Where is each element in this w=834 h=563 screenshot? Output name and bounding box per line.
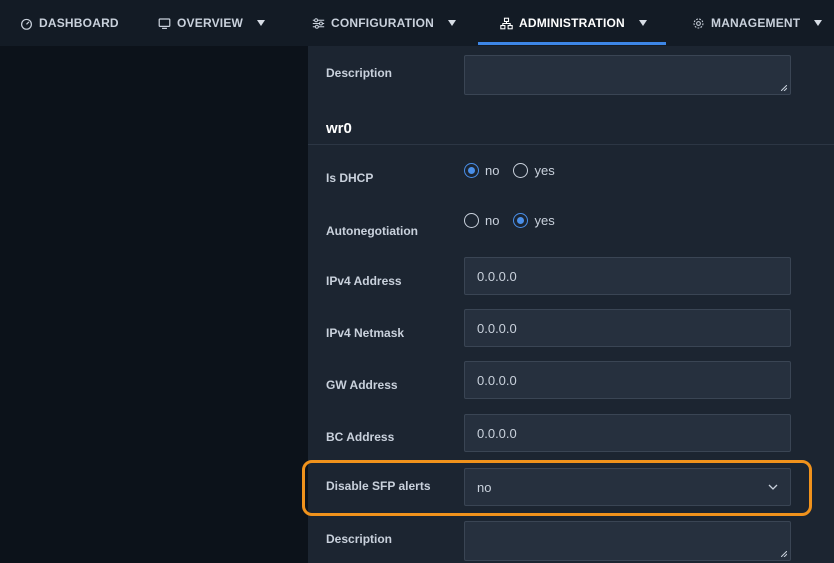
resize-handle-icon[interactable] xyxy=(781,551,787,557)
nav-dashboard[interactable]: DASHBOARD xyxy=(20,0,119,46)
monitor-icon xyxy=(158,17,171,30)
nav-dashboard-label: DASHBOARD xyxy=(39,16,119,30)
nav-management-label: MANAGEMENT xyxy=(711,16,801,30)
section-divider xyxy=(308,144,834,145)
interface-form: Description wr0 Is DHCP no yes Autonegot… xyxy=(308,46,834,563)
description-bottom-textarea[interactable] xyxy=(464,521,791,561)
dashboard-gauge-icon xyxy=(20,17,33,30)
ipv4-address-input[interactable]: 0.0.0.0 xyxy=(464,257,791,295)
is-dhcp-yes-radio[interactable] xyxy=(513,163,529,178)
top-navigation: DASHBOARD OVERVIEW CONFIGURATION ADMINIS… xyxy=(0,0,834,46)
disable-sfp-alerts-label: Disable SFP alerts xyxy=(326,479,431,493)
description-bottom-label: Description xyxy=(326,532,393,546)
sidebar xyxy=(0,46,308,563)
nav-configuration[interactable]: CONFIGURATION xyxy=(312,0,457,46)
autonegotiation-yes-radio[interactable] xyxy=(513,213,529,228)
chevron-down-icon xyxy=(638,20,647,26)
description-top-label: Description xyxy=(326,66,393,80)
resize-handle-icon[interactable] xyxy=(781,85,787,91)
nav-overview-label: OVERVIEW xyxy=(177,16,244,30)
nav-configuration-label: CONFIGURATION xyxy=(331,16,435,30)
is-dhcp-no-radio[interactable] xyxy=(464,163,479,178)
chevron-down-icon xyxy=(448,20,457,26)
ipv4-netmask-input[interactable]: 0.0.0.0 xyxy=(464,309,791,347)
autonegotiation-no-radio[interactable] xyxy=(464,213,479,228)
autonegotiation-no-label[interactable]: no xyxy=(485,213,499,228)
nav-overview[interactable]: OVERVIEW xyxy=(158,0,266,46)
sliders-icon xyxy=(312,17,325,30)
disable-sfp-alerts-value: no xyxy=(477,479,492,495)
disable-sfp-alerts-select[interactable]: no xyxy=(464,468,791,506)
nav-management[interactable]: MANAGEMENT xyxy=(692,0,823,46)
bc-address-input[interactable]: 0.0.0.0 xyxy=(464,414,791,452)
chevron-down-icon xyxy=(257,20,266,26)
active-tab-indicator xyxy=(478,42,666,45)
autonegotiation-radio-group: no yes xyxy=(464,213,563,228)
is-dhcp-radio-group: no yes xyxy=(464,163,563,178)
gw-address-label: GW Address xyxy=(326,378,398,392)
chevron-down-icon xyxy=(814,20,823,26)
bc-address-label: BC Address xyxy=(326,430,395,444)
chevron-down-icon xyxy=(768,484,778,490)
nav-administration-label: ADMINISTRATION xyxy=(519,16,625,30)
nav-administration[interactable]: ADMINISTRATION xyxy=(500,0,647,46)
autonegotiation-label: Autonegotiation xyxy=(326,224,418,238)
is-dhcp-yes-label[interactable]: yes xyxy=(534,163,554,178)
network-admin-icon xyxy=(500,17,513,30)
autonegotiation-yes-label[interactable]: yes xyxy=(534,213,554,228)
description-top-textarea[interactable] xyxy=(464,55,791,95)
app-root: DASHBOARD OVERVIEW CONFIGURATION ADMINIS… xyxy=(0,0,834,563)
ipv4-address-label: IPv4 Address xyxy=(326,274,402,288)
ipv4-netmask-label: IPv4 Netmask xyxy=(326,326,405,340)
is-dhcp-no-label[interactable]: no xyxy=(485,163,499,178)
is-dhcp-label: Is DHCP xyxy=(326,171,374,185)
gw-address-input[interactable]: 0.0.0.0 xyxy=(464,361,791,399)
section-title: wr0 xyxy=(326,120,352,137)
gear-icon xyxy=(692,17,705,30)
